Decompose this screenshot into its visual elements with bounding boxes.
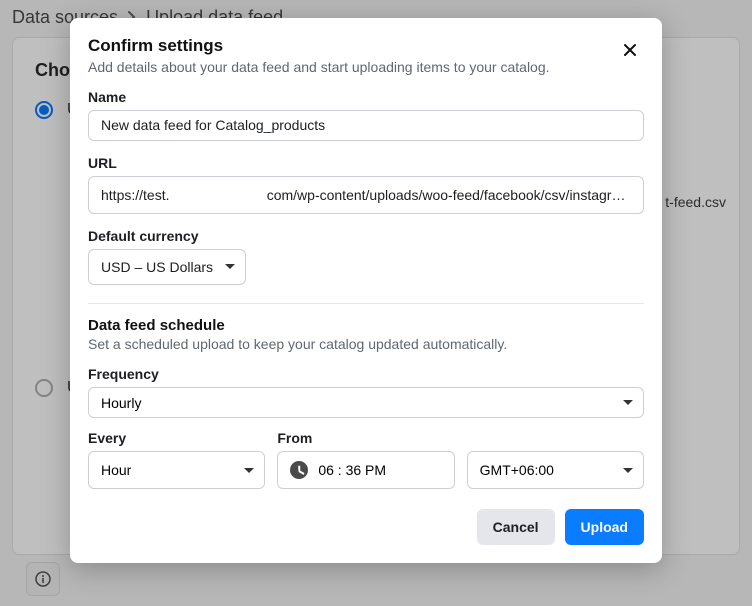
url-input[interactable] bbox=[88, 176, 644, 214]
time-input[interactable]: 06 : 36 PM bbox=[277, 451, 454, 489]
upload-button[interactable]: Upload bbox=[565, 509, 644, 545]
currency-value: USD – US Dollars bbox=[101, 259, 213, 275]
every-label: Every bbox=[88, 430, 265, 446]
url-label: URL bbox=[88, 155, 644, 171]
frequency-select[interactable]: Hourly bbox=[88, 387, 644, 418]
modal-title: Confirm settings bbox=[88, 36, 550, 56]
timezone-select[interactable]: GMT+06:00 bbox=[467, 451, 644, 489]
name-label: Name bbox=[88, 89, 644, 105]
caret-down-icon bbox=[244, 468, 254, 473]
close-icon bbox=[622, 42, 638, 58]
time-value: 06 : 36 PM bbox=[318, 462, 386, 478]
timezone-value: GMT+06:00 bbox=[480, 462, 554, 478]
schedule-subtitle: Set a scheduled upload to keep your cata… bbox=[88, 336, 644, 352]
frequency-value: Hourly bbox=[101, 395, 141, 411]
cancel-button[interactable]: Cancel bbox=[477, 509, 555, 545]
clock-icon bbox=[290, 461, 308, 479]
from-label: From bbox=[277, 430, 454, 446]
every-select[interactable]: Hour bbox=[88, 451, 265, 489]
modal-subtitle: Add details about your data feed and sta… bbox=[88, 59, 550, 75]
caret-down-icon bbox=[623, 400, 633, 405]
currency-select[interactable]: USD – US Dollars bbox=[88, 249, 246, 285]
currency-label: Default currency bbox=[88, 228, 644, 244]
divider bbox=[88, 303, 644, 304]
close-button[interactable] bbox=[616, 36, 644, 64]
name-input[interactable] bbox=[88, 110, 644, 141]
every-value: Hour bbox=[101, 462, 131, 478]
schedule-title: Data feed schedule bbox=[88, 317, 644, 334]
confirm-settings-modal: Confirm settings Add details about your … bbox=[70, 18, 662, 563]
caret-down-icon bbox=[225, 264, 235, 269]
frequency-label: Frequency bbox=[88, 366, 644, 382]
caret-down-icon bbox=[623, 468, 633, 473]
